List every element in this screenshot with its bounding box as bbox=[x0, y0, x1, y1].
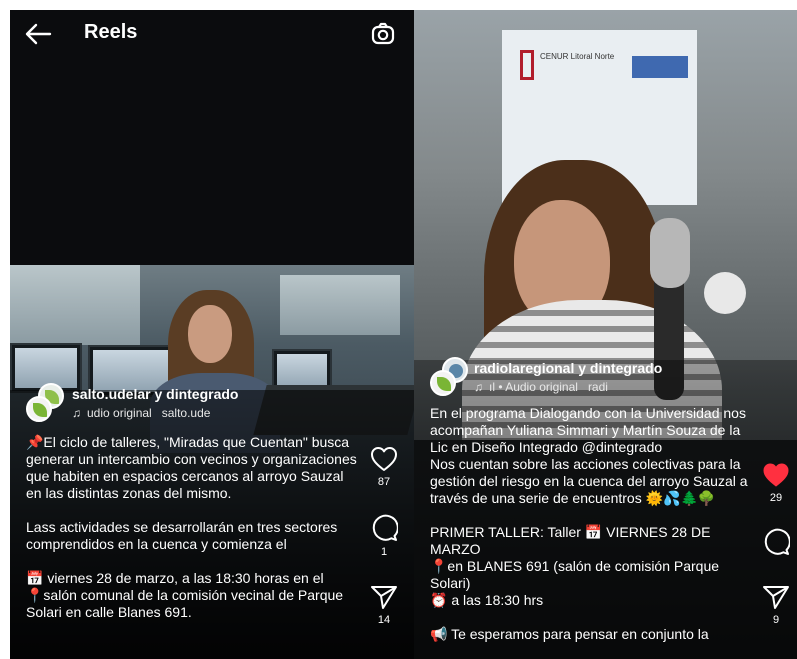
video-window bbox=[10, 265, 140, 345]
like-button[interactable]: 29 bbox=[756, 462, 796, 504]
like-button[interactable]: 87 bbox=[364, 446, 404, 488]
account-names[interactable]: salto.udelar y dintegrado bbox=[72, 386, 238, 402]
avatar[interactable] bbox=[430, 357, 470, 397]
audio-label: udio original bbox=[87, 406, 152, 420]
reel-left[interactable]: Reels salto.udelar y dintegrado ♫ udio or… bbox=[10, 10, 414, 659]
microphone bbox=[650, 218, 690, 288]
reels-header: Reels bbox=[10, 10, 414, 58]
post-author-row[interactable]: salto.udelar y dintegrado ♫ udio original… bbox=[26, 383, 276, 431]
avatar-primary bbox=[430, 370, 456, 396]
audio-info[interactable]: ♫ udio original salto.ude bbox=[72, 406, 222, 420]
post-caption[interactable]: En el programa Dialogando con la Univers… bbox=[430, 405, 750, 643]
action-bar: 87 1 14 bbox=[364, 446, 404, 659]
audio-info[interactable]: ♫ ıl • Audio original radi bbox=[474, 380, 624, 394]
send-icon bbox=[371, 586, 397, 609]
send-icon bbox=[763, 586, 789, 609]
share-button[interactable]: 9 bbox=[756, 584, 796, 626]
camera-icon[interactable] bbox=[370, 21, 396, 47]
post-author-row[interactable]: radiolaregional y dintegrado ♫ ıl • Audio… bbox=[430, 357, 690, 405]
post-caption[interactable]: 📌El ciclo de talleres, "Miradas que Cuen… bbox=[26, 434, 361, 621]
reel-right[interactable]: CENUR Litoral Norte radiolaregional y di… bbox=[414, 10, 797, 659]
comment-icon bbox=[372, 514, 398, 541]
share-count: 14 bbox=[377, 614, 391, 626]
banner-text: CENUR Litoral Norte bbox=[540, 52, 615, 61]
comment-icon bbox=[764, 528, 790, 555]
like-count: 29 bbox=[769, 492, 783, 504]
account-names[interactable]: radiolaregional y dintegrado bbox=[474, 360, 662, 376]
share-button[interactable]: 14 bbox=[364, 584, 404, 626]
music-note-icon: ♫ bbox=[474, 380, 483, 394]
comment-button[interactable] bbox=[756, 528, 796, 556]
share-count: 9 bbox=[772, 614, 780, 626]
like-count: 87 bbox=[377, 476, 391, 488]
avatar[interactable] bbox=[26, 383, 66, 423]
arrow-left-icon[interactable] bbox=[24, 22, 52, 46]
audio-label: ıl • Audio original bbox=[489, 380, 578, 394]
comment-count: 1 bbox=[380, 546, 388, 558]
radio-logo bbox=[704, 272, 746, 314]
banner-logo bbox=[632, 56, 688, 78]
avatar-primary bbox=[26, 396, 52, 422]
audio-account: salto.ude bbox=[161, 406, 211, 420]
page-title: Reels bbox=[84, 21, 138, 43]
music-note-icon: ♫ bbox=[72, 406, 81, 420]
video-window bbox=[280, 275, 400, 335]
heart-icon bbox=[763, 463, 789, 487]
heart-icon bbox=[371, 447, 397, 471]
video-person-face bbox=[188, 305, 232, 363]
comment-button[interactable]: 1 bbox=[364, 514, 404, 558]
audio-account: radi bbox=[587, 380, 608, 394]
action-bar: 29 9 bbox=[756, 462, 796, 659]
university-logo bbox=[520, 50, 534, 80]
